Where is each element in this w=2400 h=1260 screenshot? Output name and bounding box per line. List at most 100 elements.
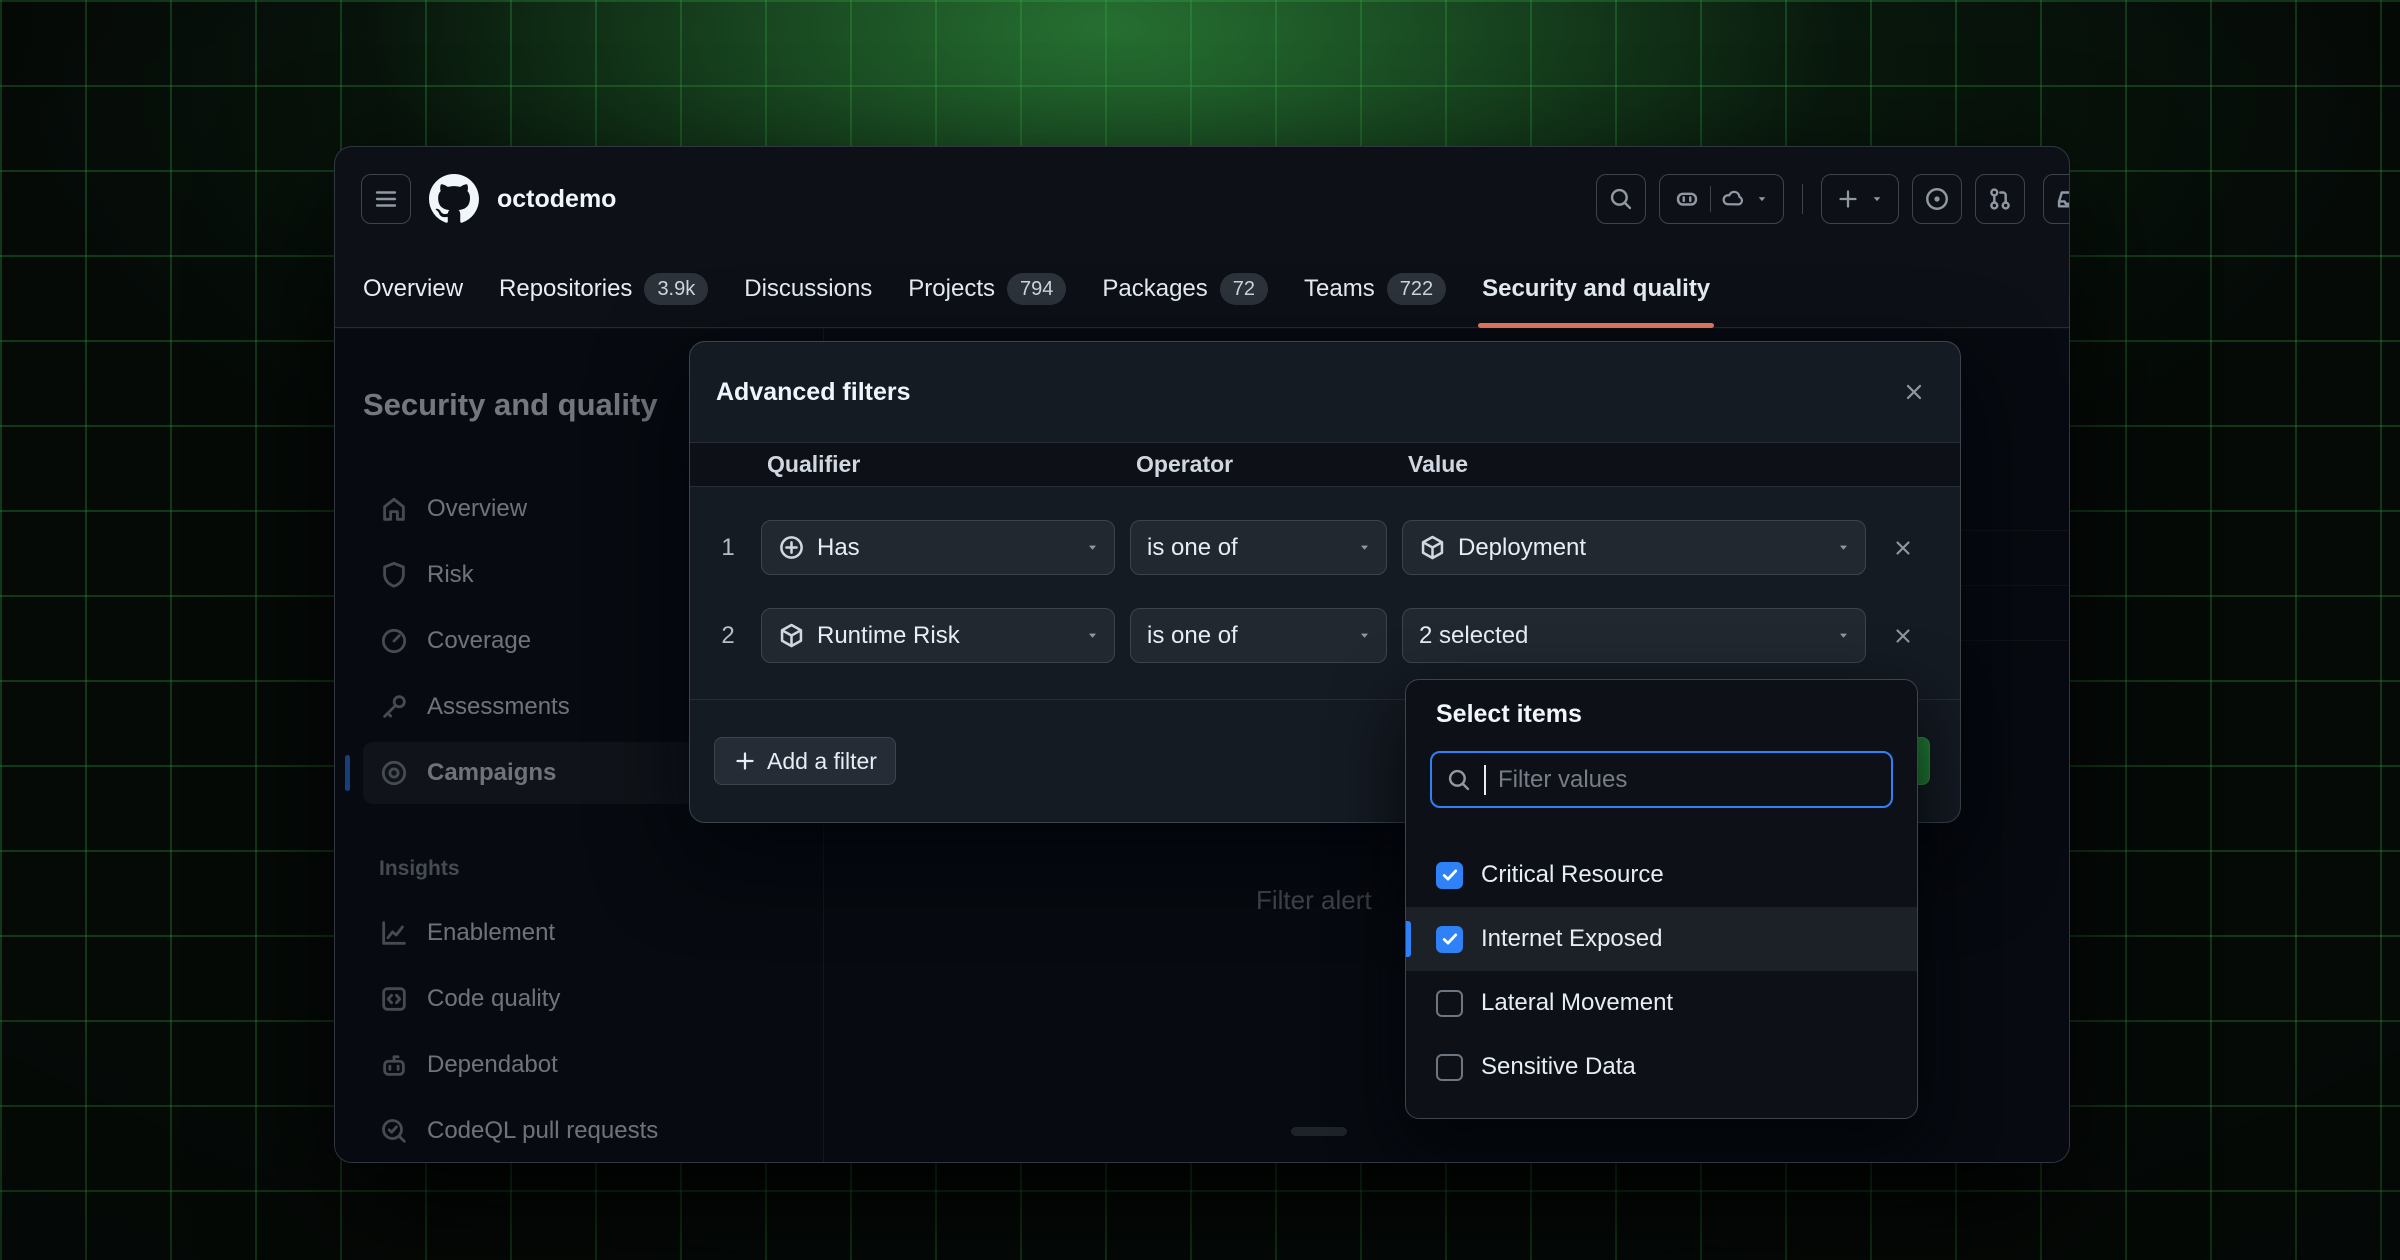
add-filter-label: Add a filter xyxy=(767,748,877,775)
dropdown-value: Runtime Risk xyxy=(817,622,960,650)
chevron-down-icon xyxy=(1357,540,1372,555)
close-dialog-button[interactable] xyxy=(1892,370,1936,414)
issue-opened-icon xyxy=(1924,186,1950,212)
git-pull-request-icon xyxy=(1987,186,2013,212)
column-operator: Operator xyxy=(1130,451,1387,478)
column-qualifier: Qualifier xyxy=(761,451,1115,478)
dialog-header: Advanced filters xyxy=(690,342,1960,442)
qualifier-dropdown-2[interactable]: Runtime Risk xyxy=(761,608,1115,663)
projects-count-badge: 794 xyxy=(1007,273,1066,305)
add-filter-button[interactable]: Add a filter xyxy=(714,737,896,785)
close-icon xyxy=(1902,380,1926,404)
tab-teams[interactable]: Teams 722 xyxy=(1286,251,1464,327)
hamburger-icon xyxy=(373,186,399,212)
hamburger-menu-button[interactable] xyxy=(361,174,411,224)
select-options-list: Critical Resource Internet Exposed Later… xyxy=(1406,843,1917,1099)
tab-label: Projects xyxy=(908,275,995,303)
checkbox-checked-icon[interactable] xyxy=(1436,926,1463,953)
chevron-down-icon xyxy=(1085,628,1100,643)
header-divider xyxy=(1802,184,1803,214)
inbox-icon xyxy=(2055,186,2070,212)
filter-row-2: 2 Runtime Risk is one of 2 selected xyxy=(690,608,1960,663)
chevron-down-icon xyxy=(1357,628,1372,643)
select-items-panel: Select items Filter values Critical Reso… xyxy=(1405,679,1918,1119)
header-actions xyxy=(1596,174,2025,224)
org-tab-nav: Overview Repositories 3.9k Discussions Pr… xyxy=(335,251,2069,328)
package-icon xyxy=(1419,534,1446,561)
remove-filter-button-1[interactable] xyxy=(1881,526,1925,570)
input-placeholder: Filter values xyxy=(1498,766,1627,794)
tab-security-and-quality[interactable]: Security and quality xyxy=(1464,251,1728,327)
pull-requests-button[interactable] xyxy=(1975,174,2025,224)
tab-label: Teams xyxy=(1304,275,1375,303)
dropdown-value: 2 selected xyxy=(1419,622,1528,650)
dropdown-value: Has xyxy=(817,534,860,562)
dropdown-value: is one of xyxy=(1147,534,1238,562)
search-icon xyxy=(1446,767,1472,793)
text-cursor xyxy=(1484,765,1486,795)
plus-icon xyxy=(1836,187,1860,211)
github-logo-icon[interactable] xyxy=(429,174,479,224)
tab-label: Overview xyxy=(363,275,463,303)
value-dropdown-2[interactable]: 2 selected xyxy=(1402,608,1866,663)
chevron-down-icon xyxy=(1836,628,1851,643)
qualifier-dropdown-1[interactable]: Has xyxy=(761,520,1115,575)
close-icon xyxy=(1892,625,1914,647)
github-window: octodemo xyxy=(334,146,2070,1163)
copilot-button[interactable] xyxy=(1659,174,1784,224)
search-button[interactable] xyxy=(1596,174,1646,224)
filter-columns-header: Qualifier Operator Value xyxy=(690,442,1960,487)
chevron-down-icon xyxy=(1755,192,1769,206)
value-dropdown-1[interactable]: Deployment xyxy=(1402,520,1866,575)
close-icon xyxy=(1892,537,1914,559)
option-label: Sensitive Data xyxy=(1481,1053,1636,1081)
issues-button[interactable] xyxy=(1912,174,1962,224)
filter-values-input[interactable]: Filter values xyxy=(1430,751,1893,808)
tab-overview[interactable]: Overview xyxy=(345,251,481,327)
dialog-title: Advanced filters xyxy=(716,378,911,407)
option-label: Lateral Movement xyxy=(1481,989,1673,1017)
dropdown-value: Deployment xyxy=(1458,534,1586,562)
filter-row-1: 1 Has is one of Deployment xyxy=(690,520,1960,575)
notifications-button[interactable] xyxy=(2043,174,2070,224)
select-panel-title: Select items xyxy=(1436,700,1887,729)
package-icon xyxy=(778,622,805,649)
option-lateral-movement[interactable]: Lateral Movement xyxy=(1406,971,1917,1035)
option-sensitive-data[interactable]: Sensitive Data xyxy=(1406,1035,1917,1099)
operator-dropdown-1[interactable]: is one of xyxy=(1130,520,1387,575)
tab-projects[interactable]: Projects 794 xyxy=(890,251,1084,327)
cloud-icon xyxy=(1721,187,1745,211)
checkbox-unchecked-icon[interactable] xyxy=(1436,1054,1463,1081)
tab-label: Security and quality xyxy=(1482,275,1710,303)
tab-label: Repositories xyxy=(499,275,632,303)
chevron-down-icon xyxy=(1870,192,1884,206)
option-label: Internet Exposed xyxy=(1481,925,1662,953)
copilot-icon xyxy=(1674,186,1700,212)
chevron-down-icon xyxy=(1836,540,1851,555)
create-new-button[interactable] xyxy=(1821,174,1899,224)
column-value: Value xyxy=(1402,451,1866,478)
tab-discussions[interactable]: Discussions xyxy=(726,251,890,327)
teams-count-badge: 722 xyxy=(1387,273,1446,305)
remove-filter-button-2[interactable] xyxy=(1881,614,1925,658)
option-internet-exposed[interactable]: Internet Exposed xyxy=(1406,907,1917,971)
tab-label: Discussions xyxy=(744,275,872,303)
option-critical-resource[interactable]: Critical Resource xyxy=(1406,843,1917,907)
tab-repositories[interactable]: Repositories 3.9k xyxy=(481,251,726,327)
org-name[interactable]: octodemo xyxy=(497,185,616,214)
operator-dropdown-2[interactable]: is one of xyxy=(1130,608,1387,663)
repositories-count-badge: 3.9k xyxy=(644,273,708,305)
dropdown-value: is one of xyxy=(1147,622,1238,650)
button-divider xyxy=(1710,186,1711,212)
checkbox-checked-icon[interactable] xyxy=(1436,862,1463,889)
chevron-down-icon xyxy=(1085,540,1100,555)
plus-circle-icon xyxy=(778,534,805,561)
row-number: 1 xyxy=(710,534,746,562)
checkbox-unchecked-icon[interactable] xyxy=(1436,990,1463,1017)
global-header: octodemo xyxy=(335,147,2069,251)
tab-packages[interactable]: Packages 72 xyxy=(1084,251,1286,327)
plus-icon xyxy=(733,749,757,773)
packages-count-badge: 72 xyxy=(1220,273,1268,305)
tab-label: Packages xyxy=(1102,275,1207,303)
row-number: 2 xyxy=(710,622,746,650)
